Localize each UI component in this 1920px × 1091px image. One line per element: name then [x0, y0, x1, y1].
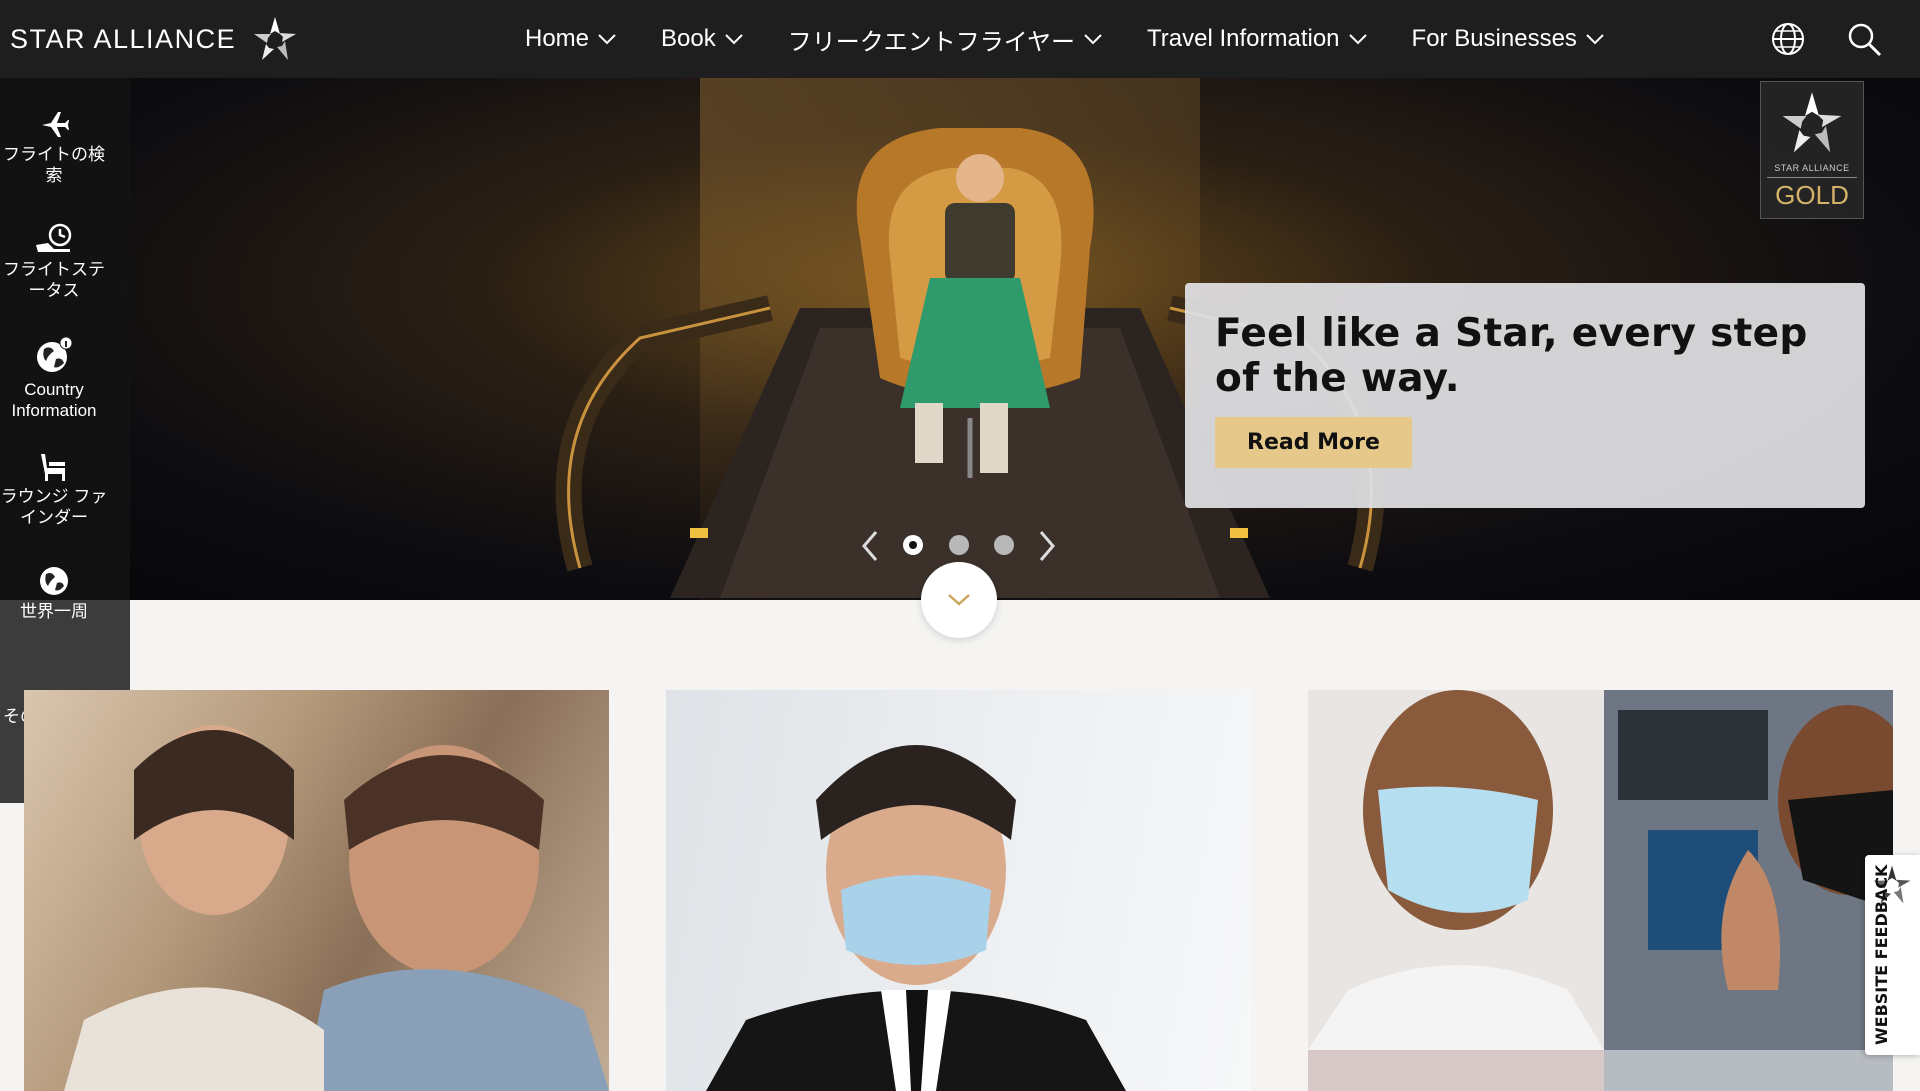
sidebar-item-label: フライトステータス: [3, 260, 105, 300]
carousel-dot-1[interactable]: [903, 535, 923, 555]
hero-promo-card: Feel like a Star, every step of the way.…: [1185, 283, 1865, 508]
chevron-down-icon: [1084, 34, 1102, 45]
nav-book-label: Book: [661, 25, 716, 52]
globe-info-icon: [37, 336, 73, 372]
main-nav: Home Book フリークエントフライヤー Travel Informatio…: [525, 0, 1649, 78]
nav-travel-information-label: Travel Information: [1147, 25, 1340, 52]
crew-collage-photo: [1308, 690, 1893, 1091]
sidebar-item-label: フライトの検索: [3, 145, 105, 185]
website-feedback-tab[interactable]: WEBSITE FEEDBACK: [1865, 855, 1920, 1055]
flight-status-icon: [36, 223, 72, 252]
hero-title: Feel like a Star, every step of the way.: [1215, 311, 1808, 401]
search-icon[interactable]: [1844, 19, 1884, 59]
read-more-button[interactable]: Read More: [1215, 417, 1412, 468]
carousel-prev-icon[interactable]: [858, 528, 882, 564]
sidebar-item-label: 世界一周: [20, 602, 88, 621]
sidebar-item-flight-search[interactable]: フライトの検索: [0, 108, 108, 186]
chevron-down-icon: [948, 594, 970, 606]
sidebar-item-lounge-finder[interactable]: ラウンジ ファインダー: [0, 450, 108, 528]
hero-banner: STAR ALLIANCE GOLD Feel like a Star, eve…: [0, 78, 1920, 600]
chevron-down-icon: [1348, 34, 1367, 45]
content-card-couple[interactable]: [24, 690, 609, 1091]
sidebar-item-round-the-world[interactable]: 世界一周: [0, 565, 108, 622]
badge-brand-text: STAR ALLIANCE: [1774, 163, 1850, 173]
top-navigation-bar: STAR ALLIANCE Home Book フリークエントフライヤー Tra…: [0, 0, 1920, 78]
sidebar-item-label: ラウンジ ファインダー: [0, 487, 108, 527]
hero-lounge-chair-illustration: [856, 128, 1094, 478]
masked-traveler-photo: [706, 745, 1126, 1091]
nav-for-businesses[interactable]: For Businesses: [1412, 25, 1605, 53]
brand-name: STAR ALLIANCE: [10, 23, 237, 54]
top-actions: [1768, 0, 1920, 78]
globe-icon[interactable]: [1768, 19, 1808, 59]
feedback-label: WEBSITE FEEDBACK: [1872, 864, 1891, 1045]
nav-for-businesses-label: For Businesses: [1411, 25, 1577, 52]
scroll-down-button[interactable]: [921, 562, 997, 638]
carousel-dot-3[interactable]: [994, 535, 1014, 555]
nav-frequent-flyer-label: フリークエントフライヤー: [787, 28, 1076, 56]
sidebar-item-flight-status[interactable]: フライトステータス: [0, 221, 108, 301]
couple-photo: [64, 725, 609, 1091]
brand-logo[interactable]: STAR ALLIANCE: [10, 0, 300, 78]
nav-home[interactable]: Home: [525, 25, 617, 53]
carousel-next-icon[interactable]: [1035, 528, 1059, 564]
chevron-down-icon: [598, 34, 616, 45]
star-alliance-gold-badge: STAR ALLIANCE GOLD: [1760, 81, 1864, 219]
nav-book[interactable]: Book: [661, 25, 744, 53]
content-card-crew-collage[interactable]: [1308, 690, 1893, 1091]
content-card-masked-traveler[interactable]: [666, 690, 1251, 1091]
chevron-down-icon: [725, 34, 743, 45]
nav-home-label: Home: [525, 25, 590, 52]
nav-travel-information[interactable]: Travel Information: [1147, 25, 1368, 53]
world-icon: [40, 567, 68, 595]
star-alliance-logo-icon: [254, 17, 297, 60]
nav-frequent-flyer[interactable]: フリークエントフライヤー: [788, 22, 1103, 57]
badge-tier-text: GOLD: [1767, 177, 1857, 211]
airplane-icon: [42, 112, 69, 137]
sidebar-item-country-information[interactable]: Country Information: [0, 335, 108, 421]
star-alliance-logo-icon: [1782, 92, 1842, 153]
sidebar-item-label: Country Information: [11, 380, 97, 420]
chevron-down-icon: [1586, 34, 1604, 45]
lounge-chair-icon: [41, 454, 65, 481]
carousel-dot-2[interactable]: [949, 535, 969, 555]
